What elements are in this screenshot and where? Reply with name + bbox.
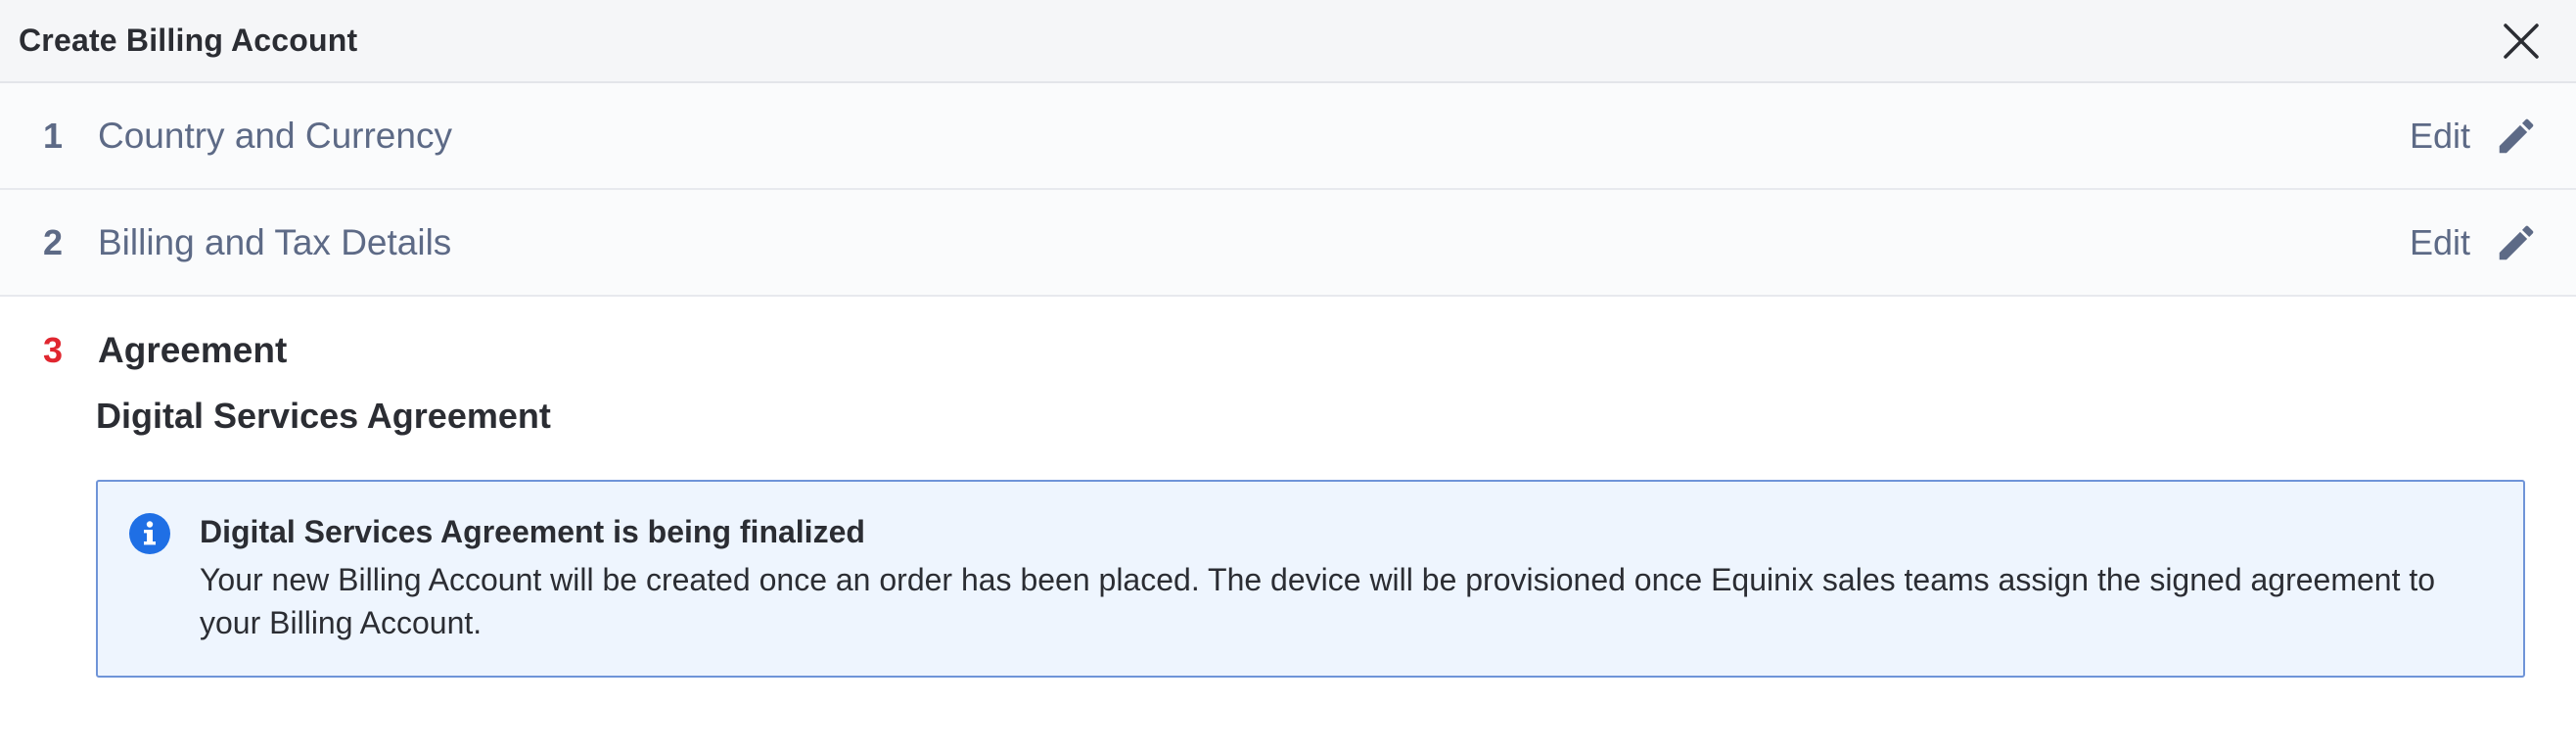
step-title: Agreement: [98, 329, 288, 370]
edit-label: Edit: [2409, 221, 2470, 262]
info-notice: Digital Services Agreement is being fina…: [96, 480, 2525, 678]
dialog-header: Create Billing Account: [0, 0, 2576, 83]
edit-country-and-currency-button[interactable]: Edit: [2410, 114, 2539, 159]
step-number: 1: [43, 115, 64, 156]
info-icon: [129, 513, 170, 554]
step-title: Country and Currency: [98, 115, 452, 156]
step-agreement-header: 3 Agreement: [43, 297, 2576, 403]
step-agreement: 3 Agreement Digital Services Agreement D…: [0, 297, 2576, 678]
step-number: 3: [43, 329, 64, 370]
step-title: Billing and Tax Details: [98, 221, 452, 262]
edit-label: Edit: [2409, 115, 2470, 156]
edit-billing-and-tax-details-button[interactable]: Edit: [2410, 220, 2539, 265]
pencil-icon: [2499, 118, 2534, 153]
dialog-title: Create Billing Account: [19, 23, 358, 58]
step-country-and-currency: 1 Country and Currency Edit: [0, 83, 2576, 190]
step-number: 2: [43, 221, 64, 262]
pencil-icon: [2499, 225, 2534, 259]
info-notice-title: Digital Services Agreement is being fina…: [200, 514, 865, 549]
step-billing-and-tax-details: 2 Billing and Tax Details Edit: [0, 190, 2576, 297]
agreement-subheading: Digital Services Agreement: [96, 396, 551, 436]
close-icon: [2504, 23, 2539, 59]
info-notice-body: Your new Billing Account will be created…: [200, 562, 2436, 640]
create-billing-account-dialog: Create Billing Account 1 Country and Cur…: [0, 0, 2576, 752]
close-button[interactable]: [2496, 16, 2547, 67]
